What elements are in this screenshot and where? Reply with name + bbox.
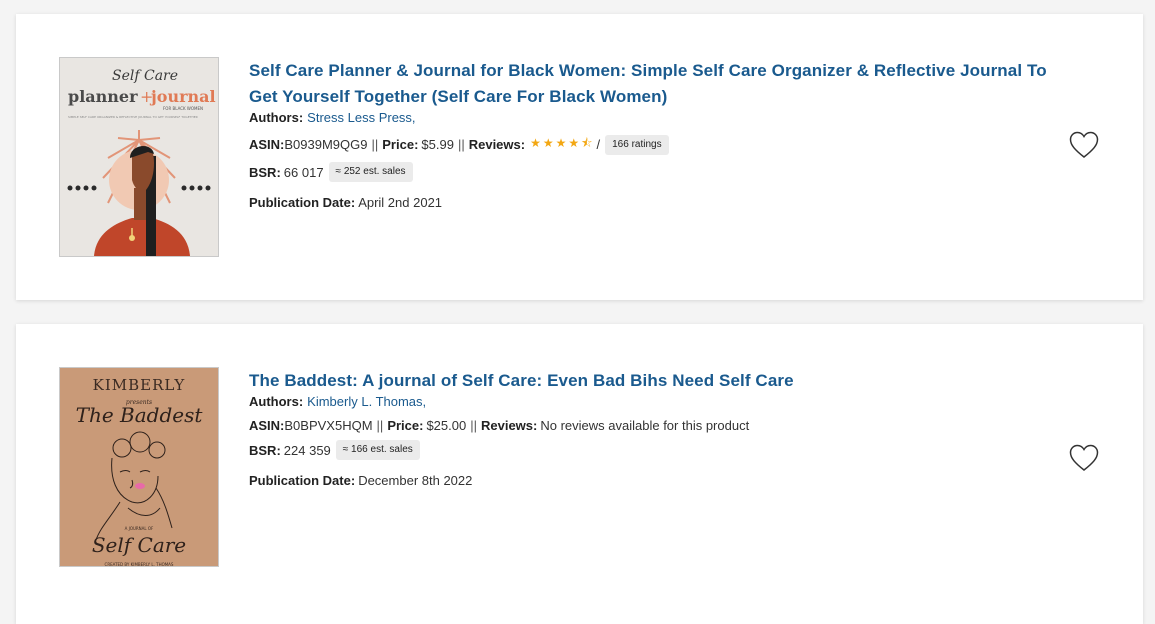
details-row: ASIN: B0939M9QG9 || Price: $5.99 || Revi… (249, 134, 1049, 155)
asin-label: ASIN: (249, 418, 285, 433)
price-value: $25.00 (426, 418, 467, 433)
separator: || (376, 418, 384, 433)
star-rating-icon: ★★★★⯪ (530, 136, 595, 150)
publication-date: December 8th 2022 (358, 473, 473, 488)
authors-label: Authors: (249, 110, 304, 125)
svg-text:KIMBERLY: KIMBERLY (93, 376, 186, 394)
svg-text:Self Care: Self Care (112, 68, 178, 84)
svg-text:journal: journal (149, 87, 216, 106)
publication-label: Publication Date: (249, 473, 356, 488)
price-label: Price: (382, 137, 419, 152)
publication-row: Publication Date: April 2nd 2021 (249, 195, 1049, 210)
svg-text:planner: planner (68, 87, 138, 106)
publication-date: April 2nd 2021 (358, 195, 443, 210)
book-cover-image[interactable]: KIMBERLY presents The Baddest A JOURNAL … (59, 367, 219, 567)
book-info: The Baddest: A journal of Self Care: Eve… (249, 368, 1049, 488)
separator: || (457, 137, 465, 152)
publication-row: Publication Date: December 8th 2022 (249, 473, 1049, 488)
est-sales-badge: ≈ 166 est. sales (335, 440, 420, 460)
heart-outline-icon[interactable] (1069, 444, 1099, 472)
authors-row: Authors: Stress Less Press, (249, 110, 1049, 125)
svg-text:FOR BLACK WOMEN: FOR BLACK WOMEN (163, 106, 203, 111)
reviews-text: No reviews available for this product (540, 418, 750, 433)
svg-text:The Baddest: The Baddest (76, 403, 204, 427)
reviews-label: Reviews: (468, 137, 526, 152)
separator: || (470, 418, 477, 433)
author-link[interactable]: Stress Less Press, (307, 110, 415, 125)
price-value: $5.99 (421, 137, 454, 152)
book-cover-image[interactable]: Self Care planner + journal FOR BLACK WO… (59, 57, 219, 257)
book-title-link[interactable]: Self Care Planner & Journal for Black Wo… (249, 58, 1049, 110)
bsr-row: BSR: 66 017 ≈ 252 est. sales (249, 162, 1049, 182)
asin-label: ASIN: (249, 137, 285, 152)
asin-value: B0BPVX5HQM (284, 418, 373, 433)
book-title-link[interactable]: The Baddest: A journal of Self Care: Eve… (249, 368, 1049, 394)
author-link[interactable]: Kimberly L. Thomas, (307, 394, 426, 409)
svg-text:A JOURNAL OF: A JOURNAL OF (125, 526, 154, 531)
bsr-label: BSR: (249, 442, 281, 458)
ratings-count-badge: 166 ratings (605, 134, 669, 155)
heart-outline-icon[interactable] (1069, 131, 1099, 159)
bsr-row: BSR: 224 359 ≈ 166 est. sales (249, 440, 1049, 460)
bsr-label: BSR: (249, 164, 281, 180)
book-result-card: KIMBERLY presents The Baddest A JOURNAL … (16, 324, 1143, 624)
details-row: ASIN: B0BPVX5HQM || Price: $25.00 || Rev… (249, 418, 1049, 433)
authors-label: Authors: (249, 394, 304, 409)
separator: || (371, 137, 379, 152)
book-result-card: Self Care planner + journal FOR BLACK WO… (16, 14, 1143, 300)
bsr-value: 66 017 (283, 164, 324, 180)
est-sales-badge: ≈ 252 est. sales (328, 162, 413, 182)
book-info: Self Care Planner & Journal for Black Wo… (249, 58, 1049, 210)
svg-text:SIMPLE SELF CARE ORGANIZER & R: SIMPLE SELF CARE ORGANIZER & REFLECTIVE … (68, 115, 198, 119)
price-label: Price: (387, 418, 424, 433)
svg-text:CREATED BY KIMBERLY L. THOMAS: CREATED BY KIMBERLY L. THOMAS (105, 562, 174, 567)
asin-value: B0939M9QG9 (284, 137, 368, 152)
authors-row: Authors: Kimberly L. Thomas, (249, 394, 1049, 409)
bsr-value: 224 359 (283, 442, 331, 458)
rating-separator: / (596, 137, 601, 152)
reviews-label: Reviews: (480, 418, 538, 433)
publication-label: Publication Date: (249, 195, 356, 210)
svg-text:Self Care: Self Care (92, 533, 186, 557)
